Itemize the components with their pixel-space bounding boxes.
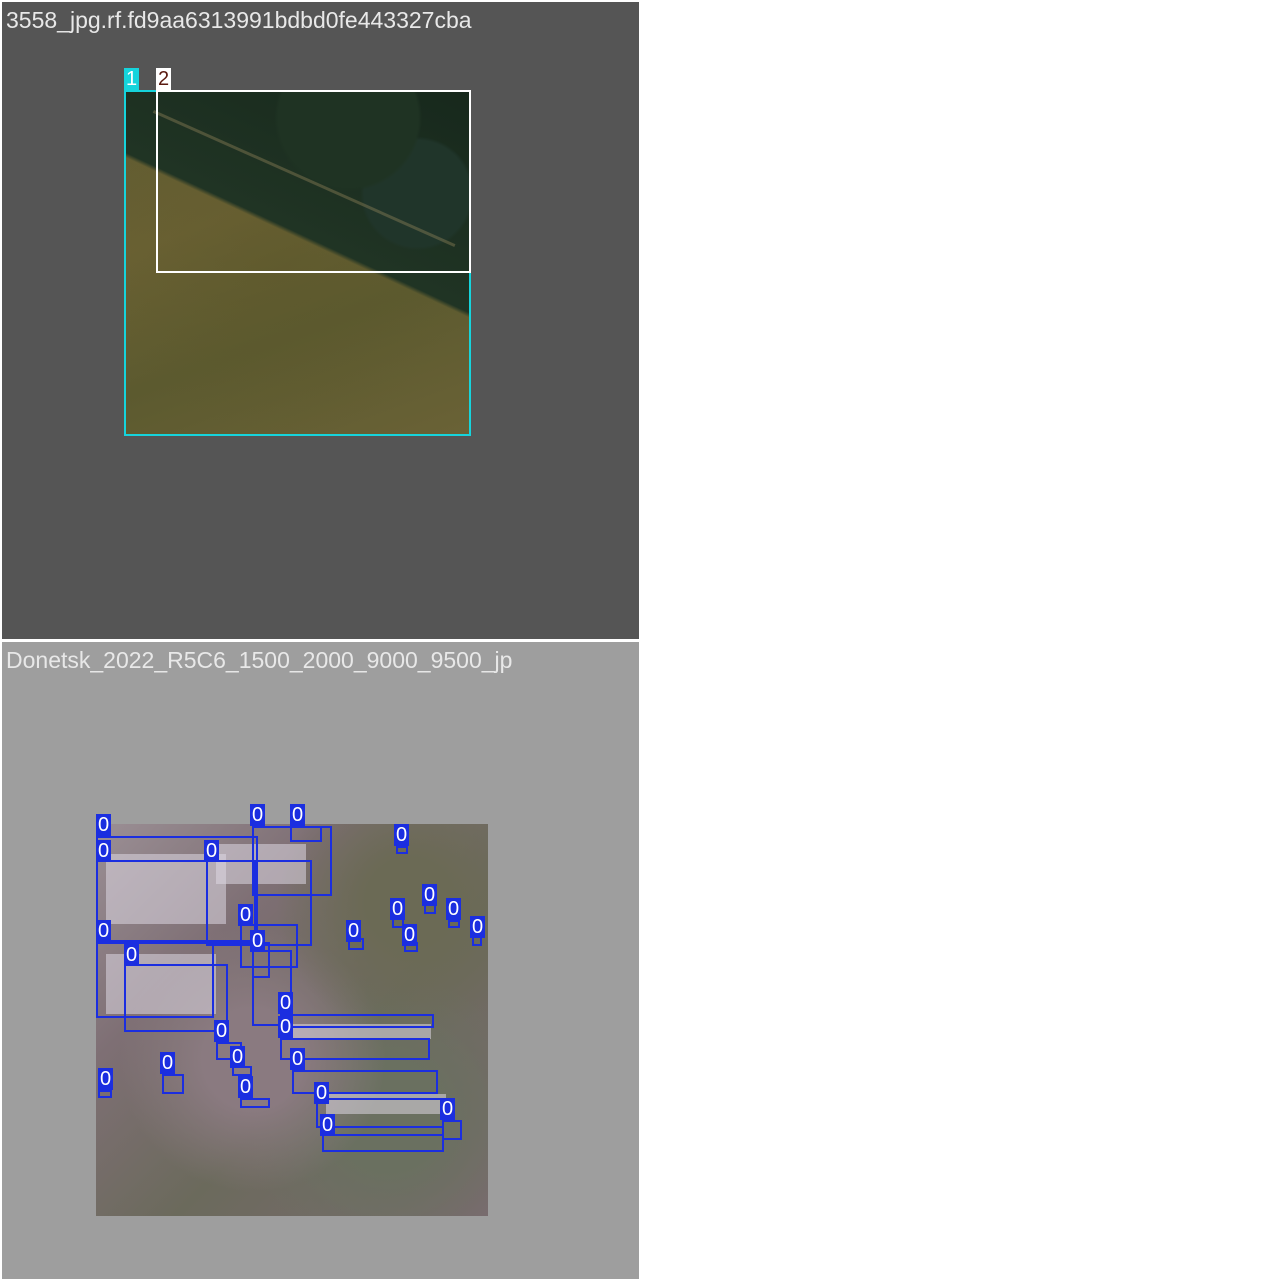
bounding-box xyxy=(156,90,471,273)
box-label: 0 xyxy=(98,1068,114,1090)
box-label: 0 xyxy=(96,920,112,942)
box-label: 1 xyxy=(124,68,140,90)
bounding-box xyxy=(396,846,408,854)
box-label: 0 xyxy=(96,814,112,836)
box-label: 0 xyxy=(422,884,438,906)
box-label: 0 xyxy=(394,824,410,846)
bounding-box xyxy=(240,1098,270,1108)
image-filename: 3558_jpg.rf.fd9aa6313991bdbd0fe443327cba xyxy=(6,7,472,33)
box-label: 0 xyxy=(250,804,266,826)
bounding-box xyxy=(316,1098,444,1128)
box-label: 0 xyxy=(470,916,486,938)
bounding-box xyxy=(442,1120,462,1140)
box-label: 0 xyxy=(290,804,306,826)
box-label: 0 xyxy=(390,898,406,920)
box-label: 0 xyxy=(96,840,112,862)
box-label: 0 xyxy=(290,1048,306,1070)
box-label: 0 xyxy=(250,930,266,952)
bounding-box xyxy=(280,1014,434,1028)
box-label: 0 xyxy=(124,944,140,966)
box-label: 0 xyxy=(440,1098,456,1120)
box-label: 0 xyxy=(214,1020,230,1042)
bounding-box xyxy=(448,920,460,928)
box-label: 0 xyxy=(278,992,294,1014)
bounding-box xyxy=(124,964,228,1032)
box-label: 0 xyxy=(346,920,362,942)
box-label: 0 xyxy=(204,840,220,862)
box-label: 0 xyxy=(314,1082,330,1104)
box-label: 0 xyxy=(320,1114,336,1136)
box-label: 0 xyxy=(278,1016,294,1038)
box-label: 0 xyxy=(230,1046,246,1068)
box-label: 2 xyxy=(156,68,172,90)
bounding-box xyxy=(290,826,322,842)
bounding-box xyxy=(98,1090,112,1098)
box-label: 0 xyxy=(238,904,254,926)
image-panel-bottom: Donetsk_2022_R5C6_1500_2000_9000_9500_jp… xyxy=(2,642,639,1279)
bounding-box xyxy=(322,1134,444,1152)
box-label: 0 xyxy=(446,898,462,920)
box-label: 0 xyxy=(402,924,418,946)
box-label: 0 xyxy=(238,1076,254,1098)
bounding-box xyxy=(162,1074,184,1094)
box-label: 0 xyxy=(160,1052,176,1074)
image-panel-top: 3558_jpg.rf.fd9aa6313991bdbd0fe443327cba… xyxy=(2,2,639,639)
image-filename: Donetsk_2022_R5C6_1500_2000_9000_9500_jp xyxy=(6,647,513,673)
